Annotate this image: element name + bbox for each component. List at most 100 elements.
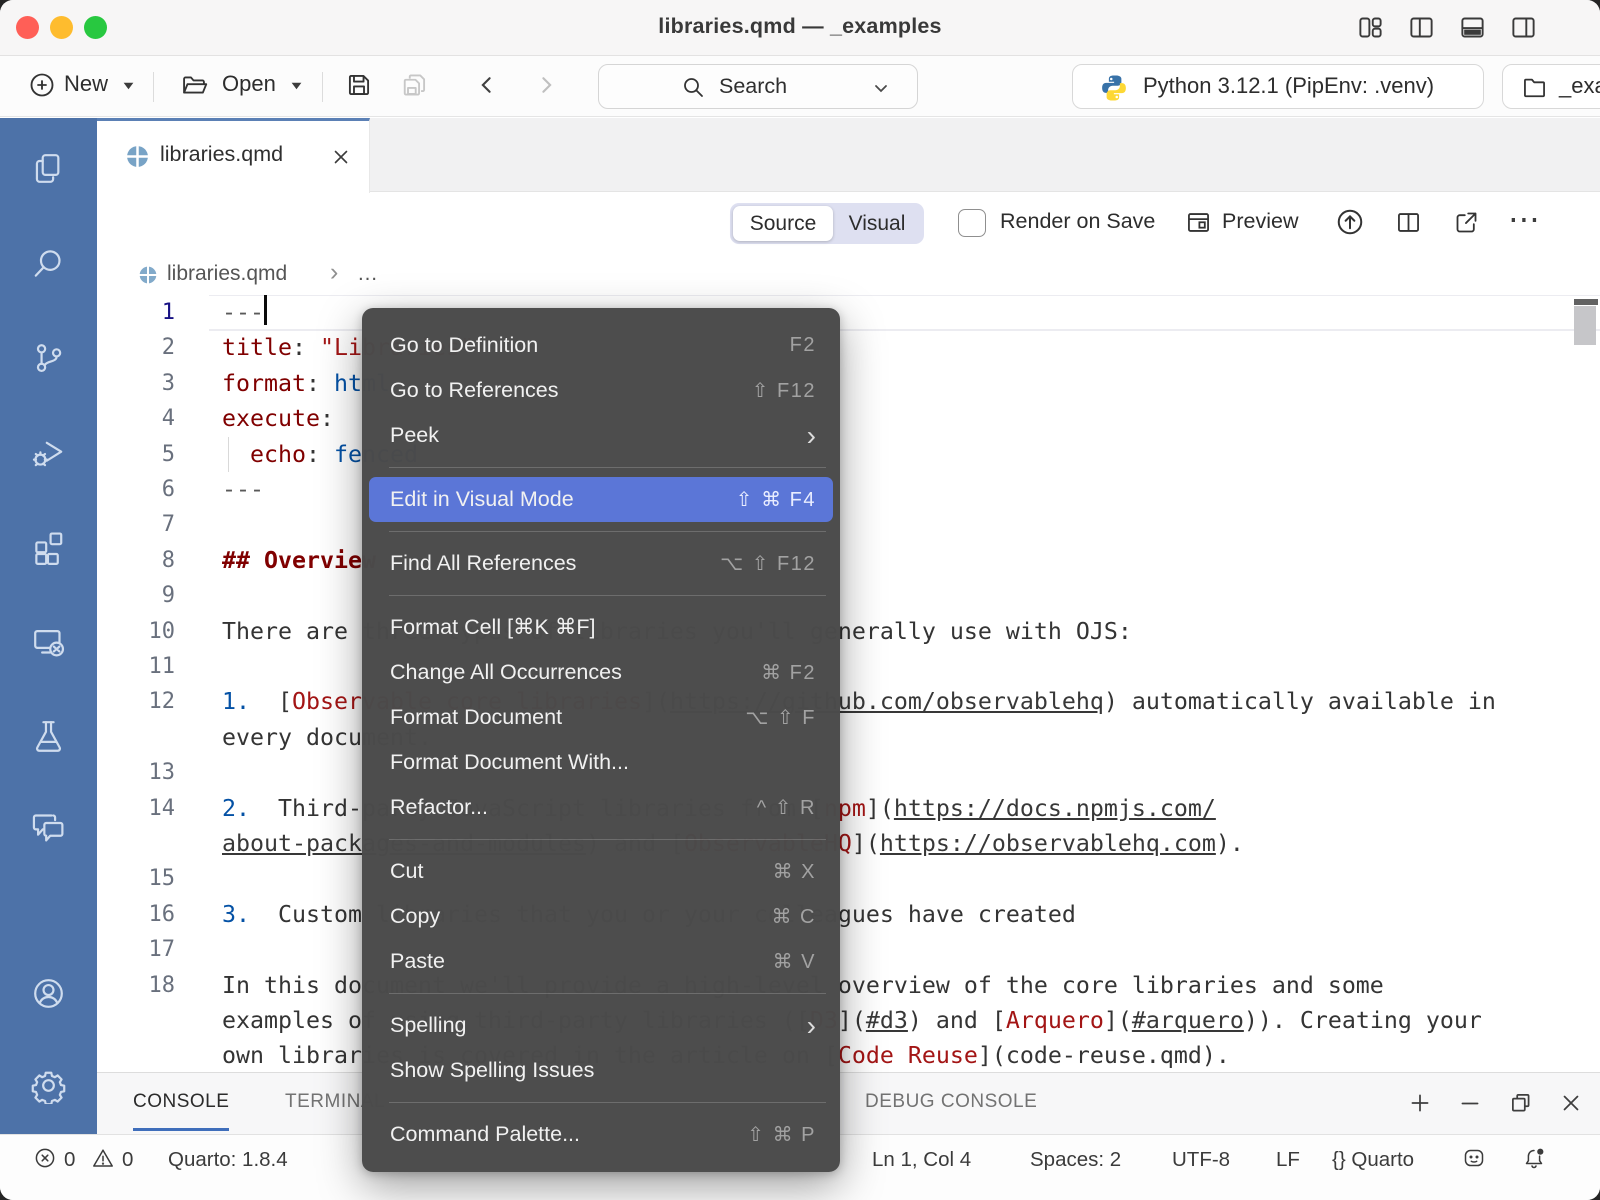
menu-item-format-document-with[interactable]: Format Document With... [362, 740, 840, 785]
open-dropdown-caret-icon[interactable] [290, 81, 303, 91]
render-on-save-checkbox[interactable] [958, 209, 986, 237]
run-debug-icon[interactable] [30, 433, 67, 470]
interpreter-selector[interactable]: Python 3.12.1 (PipEnv: .venv) [1072, 64, 1484, 109]
warning-count[interactable]: 0 [122, 1145, 133, 1175]
menu-item-go-to-definition[interactable]: Go to DefinitionF2 [362, 323, 840, 368]
toolbar: New Open Search [0, 56, 1600, 117]
split-editor-icon[interactable] [1395, 209, 1422, 236]
render-document-icon[interactable] [1335, 207, 1365, 237]
feedback-smiley-icon[interactable] [1462, 1146, 1486, 1170]
breadcrumb: libraries.qmd › … [97, 255, 1600, 295]
status-eol-sequence[interactable]: LF [1276, 1145, 1300, 1175]
files-icon[interactable] [30, 150, 67, 187]
search-input[interactable]: Search [598, 64, 918, 109]
quarto-version[interactable]: Quarto: 1.8.4 [168, 1145, 288, 1175]
settings-icon[interactable] [30, 1067, 67, 1104]
error-count[interactable]: 0 [64, 1145, 75, 1175]
panel-restore-icon[interactable] [1508, 1090, 1534, 1116]
panel-tab-console[interactable]: CONSOLE [133, 1091, 229, 1115]
quarto-file-icon [125, 144, 150, 169]
toggle-panel-icon[interactable] [1459, 14, 1486, 41]
status-indentation[interactable]: Spaces: 2 [1030, 1145, 1121, 1175]
status-encoding[interactable]: UTF-8 [1172, 1145, 1230, 1175]
tab-close-icon[interactable] [331, 147, 351, 167]
menu-item-paste[interactable]: Paste⌘ V [362, 939, 840, 984]
menu-item-label: Refactor... [390, 795, 757, 820]
workspace-folder-button[interactable]: _examples [1502, 64, 1600, 109]
menu-item-go-to-references[interactable]: Go to References⇧ F12 [362, 368, 840, 413]
menu-item-peek[interactable]: Peek› [362, 413, 840, 458]
save-icon[interactable] [345, 71, 373, 99]
comments-icon[interactable] [30, 808, 67, 845]
new-file-icon[interactable] [28, 71, 56, 99]
menu-item-shortcut: ⌥ ⇧ F [745, 705, 816, 730]
menu-item-edit-in-visual-mode[interactable]: Edit in Visual Mode⇧ ⌘ F4 [369, 477, 833, 522]
search-icon[interactable] [30, 245, 67, 282]
menu-item-format-document[interactable]: Format Document⌥ ⇧ F [362, 695, 840, 740]
customize-layout-icon[interactable] [1357, 14, 1384, 41]
breadcrumb-symbol-path[interactable]: … [357, 262, 378, 286]
submenu-chevron-icon: › [807, 1016, 816, 1036]
sessions-icon[interactable] [30, 623, 67, 660]
editor-scrollbar[interactable] [1574, 306, 1596, 345]
extensions-icon[interactable] [30, 528, 67, 565]
errors-icon[interactable] [33, 1146, 57, 1170]
toggle-secondary-sidebar-icon[interactable] [1510, 14, 1537, 41]
panel-minimize-icon[interactable] [1457, 1090, 1483, 1116]
code-line: ## Overview [222, 543, 376, 578]
menu-item-cut[interactable]: Cut⌘ X [362, 849, 840, 894]
open-button[interactable]: Open [222, 71, 276, 97]
menu-item-shortcut: ⇧ ⌘ F4 [736, 487, 816, 512]
preview-icon[interactable] [1185, 209, 1212, 236]
line-number: 8 [105, 543, 175, 578]
status-language-mode[interactable]: {} Quarto [1332, 1145, 1414, 1175]
status-cursor-position[interactable]: Ln 1, Col 4 [872, 1145, 971, 1175]
line-number: 18 [105, 968, 175, 1003]
code-line: --- [222, 472, 264, 507]
preview-button[interactable]: Preview [1222, 209, 1298, 234]
code-editor[interactable]: 1---2title: "Libraries"3format: html4exe… [97, 295, 1600, 1072]
search-icon [681, 75, 705, 99]
navigate-forward-icon[interactable] [534, 71, 559, 99]
account-icon[interactable] [30, 975, 67, 1012]
search-dropdown-chevron-icon[interactable] [871, 78, 891, 98]
panel-tab-debug-console[interactable]: DEBUG CONSOLE [865, 1091, 1037, 1115]
source-mode-button[interactable]: Source [733, 206, 833, 241]
new-dropdown-caret-icon[interactable] [122, 81, 135, 91]
toggle-sidebar-icon[interactable] [1408, 14, 1435, 41]
menu-item-copy[interactable]: Copy⌘ C [362, 894, 840, 939]
breadcrumb-file[interactable]: libraries.qmd [167, 262, 287, 286]
menu-item-shortcut: ⇧ F12 [752, 378, 816, 403]
tab-libraries-qmd[interactable]: libraries.qmd [97, 118, 370, 193]
testing-icon[interactable] [30, 717, 67, 754]
menu-item-show-spelling-issues[interactable]: Show Spelling Issues [362, 1048, 840, 1093]
menu-item-shortcut: ⌘ V [773, 949, 816, 974]
toolbar-divider [322, 72, 323, 102]
warnings-icon[interactable] [91, 1146, 115, 1170]
open-folder-icon[interactable] [180, 71, 208, 99]
menu-item-format-cell-k-f[interactable]: Format Cell [⌘K ⌘F] [362, 605, 840, 650]
more-actions-icon[interactable]: ⋯ [1508, 200, 1540, 238]
navigate-back-icon[interactable] [474, 71, 499, 99]
menu-divider [389, 595, 826, 596]
open-in-new-window-icon[interactable] [1453, 209, 1480, 236]
menu-item-shortcut: ⌘ X [773, 859, 816, 884]
menu-item-find-all-references[interactable]: Find All References⌥ ⇧ F12 [362, 541, 840, 586]
source-control-icon[interactable] [30, 339, 67, 376]
menu-item-label: Go to References [390, 378, 752, 403]
folder-icon [1521, 74, 1548, 101]
line-number: 2 [105, 330, 175, 365]
menu-item-command-palette[interactable]: Command Palette...⇧ ⌘ P [362, 1112, 840, 1157]
menu-item-refactor[interactable]: Refactor...^ ⇧ R [362, 785, 840, 830]
panel-close-icon[interactable] [1558, 1090, 1584, 1116]
panel-new-icon[interactable] [1407, 1090, 1433, 1116]
menu-item-label: Command Palette... [390, 1122, 747, 1147]
new-button[interactable]: New [64, 71, 108, 97]
menu-item-change-all-occurrences[interactable]: Change All Occurrences⌘ F2 [362, 650, 840, 695]
editor-actions-header: Source Visual Render on Save Preview ⋯ [97, 192, 1600, 255]
notifications-bell-icon[interactable] [1522, 1146, 1546, 1170]
menu-divider [389, 467, 826, 468]
menu-item-spelling[interactable]: Spelling› [362, 1003, 840, 1048]
visual-mode-button[interactable]: Visual [833, 206, 921, 241]
menu-item-label: Paste [390, 949, 773, 974]
